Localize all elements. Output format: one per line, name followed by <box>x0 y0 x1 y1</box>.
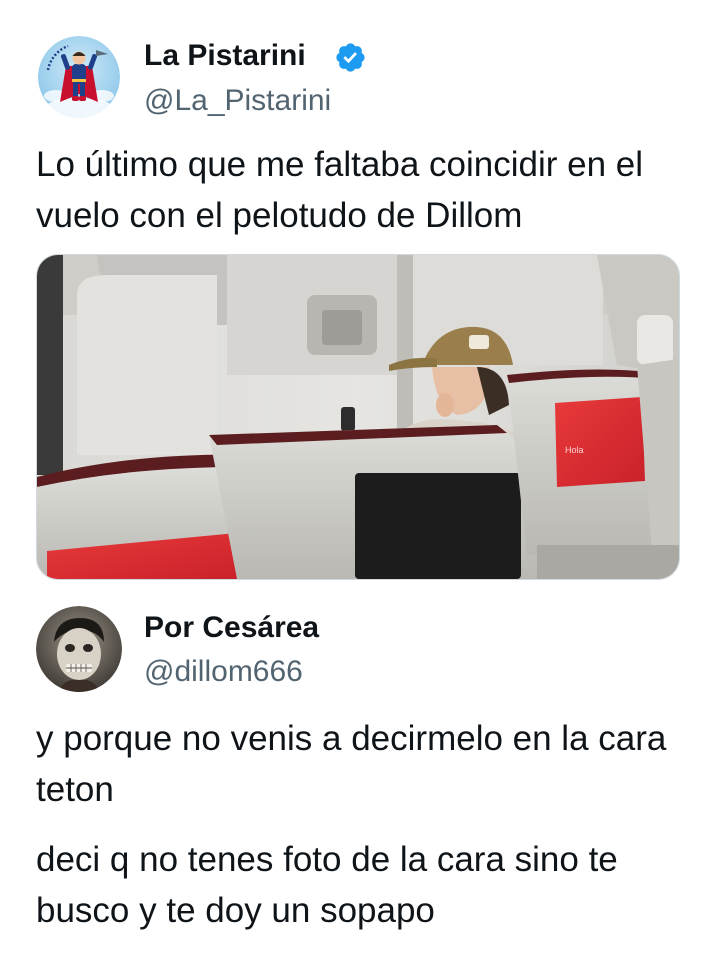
reply-author-avatar[interactable] <box>36 606 122 692</box>
superhero-avatar-icon <box>38 36 120 118</box>
author-handle[interactable]: @La_Pistarini <box>144 83 331 119</box>
reply-author-handle[interactable]: @dillom666 <box>144 654 303 690</box>
reply-text-paragraph-2: deci q no tenes foto de la cara sino te … <box>36 840 618 930</box>
reply-author-display-name[interactable]: Por Cesárea <box>144 610 319 646</box>
tweet-media-photo[interactable]: Hola <box>36 254 680 580</box>
reply-text-paragraph-1: y porque no venis a decirmelo en la cara… <box>36 719 667 809</box>
author-avatar[interactable] <box>38 36 120 118</box>
tweet-text: Lo último que me faltaba coincidir en el… <box>36 145 644 235</box>
verified-badge-icon <box>336 43 365 72</box>
author-display-name[interactable]: La Pistarini <box>144 38 306 74</box>
airplane-cabin-photo: Hola <box>37 255 679 579</box>
seat-screen-text: Hola <box>565 445 584 455</box>
grimacing-face-avatar-icon <box>36 606 122 692</box>
